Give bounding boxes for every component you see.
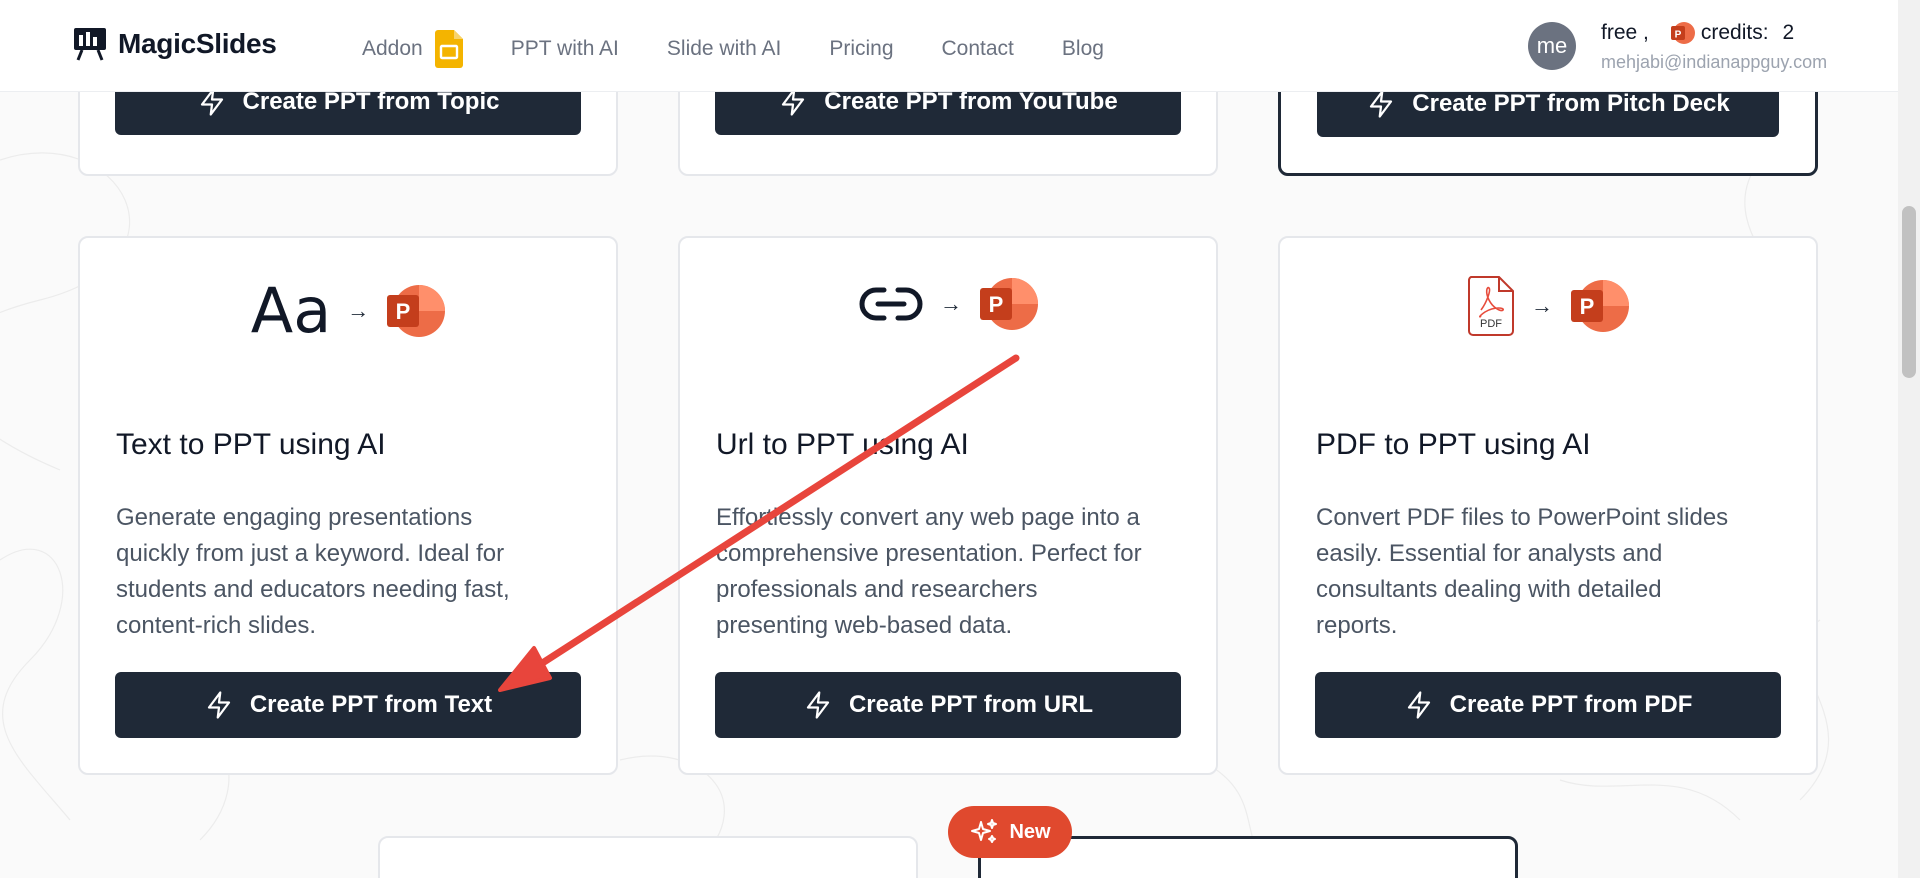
right-arrow-icon: → [940, 291, 962, 316]
powerpoint-icon: P [387, 285, 446, 337]
conversion-illustration: → P [680, 276, 1216, 332]
text-aa-icon: Aa [250, 274, 332, 347]
lightning-icon [1407, 691, 1430, 719]
link-icon [859, 287, 923, 321]
pdf-file-icon: PDF [1467, 276, 1514, 336]
credits-label: credits: [1700, 21, 1769, 44]
button-label: Create PPT from PDF [1449, 691, 1693, 718]
create-ppt-from-text-button[interactable]: Create PPT from Text [115, 672, 581, 738]
conversion-illustration: Aa → P [80, 276, 616, 346]
new-badge-label: New [1009, 820, 1051, 843]
brand-name: MagicSlides [118, 28, 277, 59]
card-title: Url to PPT using AI [716, 428, 969, 461]
button-label: Create PPT from YouTube [824, 88, 1118, 115]
nav-link-pricing[interactable]: Pricing [829, 37, 893, 61]
plan-credits-row: free , P credits: 2 [1601, 20, 1827, 46]
powerpoint-icon: P [1571, 280, 1629, 332]
nav-link-label: Contact [941, 37, 1014, 60]
user-email: mehjabi@indianappguy.com [1601, 52, 1828, 72]
powerpoint-icon: P [980, 278, 1038, 330]
powerpoint-icon: P [1670, 22, 1695, 44]
nav-link-label: Blog [1061, 37, 1104, 60]
lightning-icon [1370, 90, 1393, 118]
nav-link-ppt-with-ai[interactable]: PPT with AI [511, 37, 619, 61]
presentation-board-icon [74, 28, 106, 61]
nav-link-label: Slide with AI [666, 37, 782, 60]
card-title: PDF to PPT using AI [1316, 428, 1591, 461]
create-ppt-from-url-button[interactable]: Create PPT from URL [715, 672, 1181, 738]
nav-link-slide-with-ai[interactable]: Slide with AI [667, 37, 781, 61]
create-ppt-from-pdf-button[interactable]: Create PPT from PDF [1315, 672, 1781, 738]
vertical-scrollbar[interactable] [1898, 0, 1920, 878]
button-label: Create PPT from Text [249, 691, 493, 718]
nav-link-addon[interactable]: Addon [362, 30, 463, 68]
card-description: Effortlessly convert any web page into a… [716, 504, 1142, 639]
card-title: Text to PPT using AI [116, 428, 386, 461]
button-label: Create PPT from URL [848, 691, 1094, 718]
main-nav: Addon PPT with AI Slide with AI Pricing … [362, 30, 1152, 68]
conversion-illustration: PDF → P [1280, 276, 1816, 336]
nav-link-blog[interactable]: Blog [1062, 37, 1104, 61]
nav-link-contact[interactable]: Contact [942, 37, 1014, 61]
card-description: Convert PDF files to PowerPoint slides e… [1316, 504, 1729, 639]
bottom-card-left [378, 836, 918, 878]
lightning-icon [806, 691, 830, 719]
new-badge: New [948, 806, 1072, 858]
button-label: Create PPT from Topic [242, 88, 500, 115]
svg-text:PDF: PDF [1480, 318, 1502, 330]
lightning-icon [207, 691, 230, 719]
nav-link-label: Addon [362, 37, 423, 60]
plan-label: free , [1601, 21, 1649, 44]
right-arrow-icon: → [347, 298, 370, 323]
nav-link-label: Pricing [829, 37, 894, 60]
top-navbar: MagicSlides Addon PPT with AI Slide with… [0, 0, 1898, 92]
nav-link-label: PPT with AI [510, 37, 619, 60]
user-account-info[interactable]: free , P credits: 2 mehjabi@indianappguy… [1601, 20, 1827, 73]
card-description: Generate engaging presentations quickly … [116, 504, 510, 639]
button-label: Create PPT from Pitch Deck [1412, 90, 1730, 117]
scrollbar-thumb[interactable] [1902, 206, 1916, 378]
svg-text:P: P [1580, 294, 1595, 319]
right-arrow-icon: → [1531, 293, 1553, 318]
sparkles-icon [971, 819, 998, 843]
credits-value: 2 [1782, 21, 1795, 44]
brand-logo[interactable]: MagicSlides [72, 26, 277, 62]
svg-text:P: P [989, 292, 1004, 317]
user-avatar[interactable]: me [1528, 22, 1576, 70]
svg-text:P: P [396, 299, 411, 324]
google-slides-icon [434, 30, 463, 68]
svg-text:P: P [1675, 30, 1682, 41]
